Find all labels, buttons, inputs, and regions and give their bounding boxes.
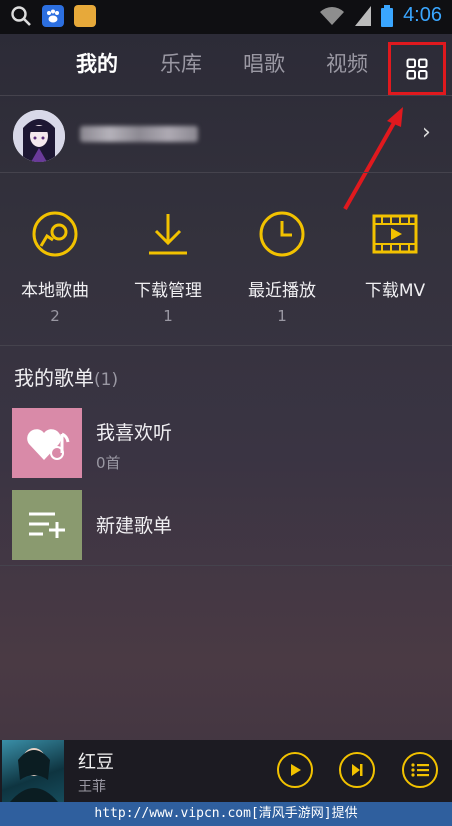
quick-count: 2 (50, 307, 60, 325)
username-blurred (80, 126, 198, 142)
chevron-right-icon: › (422, 120, 431, 145)
top-tabs: 我的 乐库 唱歌 视频 (0, 34, 452, 94)
quick-count: 1 (163, 307, 173, 325)
status-bar: 4:06 (0, 0, 452, 34)
play-button[interactable] (277, 752, 313, 788)
divider (0, 565, 452, 566)
local-songs-button[interactable]: 本地歌曲 2 (0, 210, 110, 325)
download-mv-button[interactable]: 下载MV (340, 210, 450, 307)
app-icon (74, 5, 96, 27)
search-icon (11, 6, 31, 26)
divider (0, 172, 452, 173)
album-cover[interactable] (2, 740, 64, 802)
film-icon (372, 214, 418, 254)
grid-icon (406, 58, 428, 79)
quick-actions: 本地歌曲 2 下载管理 1 最近播放 1 下载MV (0, 190, 452, 330)
app-screen: 4:06 我的 乐库 唱歌 视频 › 本地歌曲 2 下载管理 1 最近播放 1 … (0, 0, 452, 826)
tab-library[interactable]: 乐库 (160, 48, 202, 78)
quick-label: 下载MV (364, 281, 426, 301)
download-icon (149, 214, 187, 255)
divider (0, 95, 452, 96)
disc-icon (32, 211, 78, 257)
wifi-icon (320, 6, 345, 25)
quick-count: 1 (277, 307, 287, 325)
clock-time: 4:06 (403, 4, 442, 26)
playlists-title: 我的歌单 (14, 366, 94, 390)
next-icon (352, 764, 363, 776)
recent-play-button[interactable]: 最近播放 1 (227, 210, 337, 325)
mini-player[interactable]: 红豆 王菲 (0, 740, 452, 802)
playlist-name: 新建歌单 (96, 515, 173, 537)
divider (0, 345, 452, 346)
playlist-item[interactable]: 我喜欢听 0首 (0, 408, 452, 488)
next-button[interactable] (339, 752, 375, 788)
heart-note-icon (27, 429, 70, 460)
new-playlist-item[interactable]: 新建歌单 (0, 490, 452, 570)
add-list-icon (29, 512, 65, 538)
quick-label: 最近播放 (248, 281, 316, 301)
playlist-queue-button[interactable] (402, 752, 438, 788)
playlist-song-count: 0首 (96, 454, 121, 472)
playlist-cover (12, 490, 82, 560)
baidu-icon (42, 5, 64, 27)
song-artist: 王菲 (78, 779, 106, 795)
grid-menu-button[interactable] (388, 42, 446, 95)
playlist-name: 我喜欢听 (96, 422, 173, 444)
playlists-header: 我的歌单(1) (14, 362, 118, 391)
tab-video[interactable]: 视频 (326, 48, 368, 78)
list-icon (411, 763, 429, 777)
tab-sing[interactable]: 唱歌 (243, 48, 285, 78)
watermark-banner: http://www.vipcn.com[清风手游网]提供 (0, 802, 452, 826)
song-title: 红豆 (78, 752, 114, 773)
battery-icon (381, 4, 394, 27)
user-profile-row[interactable]: › (0, 100, 452, 170)
clock-icon (259, 211, 305, 257)
avatar[interactable] (13, 110, 65, 162)
quick-label: 本地歌曲 (21, 281, 89, 301)
signal-icon (355, 5, 372, 26)
quick-label: 下载管理 (134, 281, 202, 301)
playlists-count: (1) (94, 370, 119, 390)
tab-mine[interactable]: 我的 (76, 48, 118, 78)
playlist-cover (12, 408, 82, 478)
play-icon (291, 764, 301, 776)
download-manager-button[interactable]: 下载管理 1 (113, 210, 223, 325)
